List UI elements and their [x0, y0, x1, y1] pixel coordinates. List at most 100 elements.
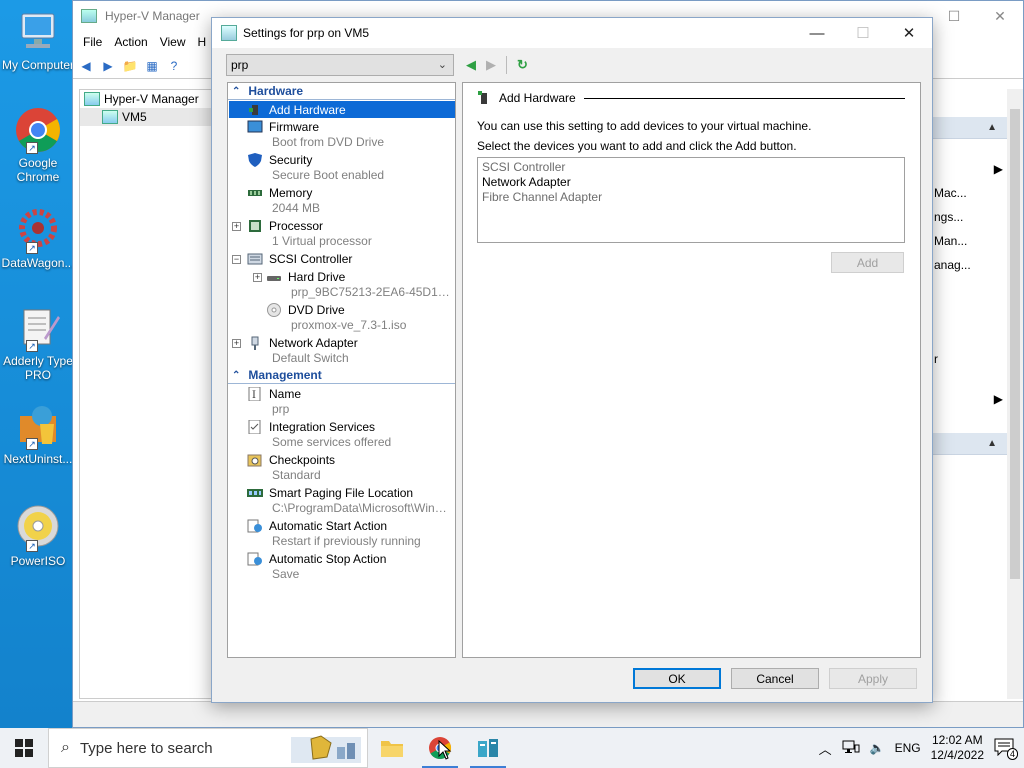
- desktop-icon-label: My Computer: [1, 58, 75, 72]
- clock[interactable]: 12:02 AM 12/4/2022: [931, 733, 984, 763]
- tree-item-security[interactable]: Security Secure Boot enabled: [228, 151, 455, 184]
- section-management[interactable]: ⌃ Management: [228, 367, 455, 384]
- apply-button[interactable]: Apply: [829, 668, 917, 689]
- tree-node-vm5[interactable]: VM5: [80, 108, 216, 126]
- folder-up-icon[interactable]: 📁: [121, 57, 139, 75]
- minimize-button[interactable]: —: [794, 18, 840, 48]
- show-hide-console-icon[interactable]: ▦: [143, 57, 161, 75]
- desktop-icon-label: DataWagon...: [1, 256, 75, 270]
- network-adapter-icon: [247, 336, 263, 350]
- desktop-icon-adderly-type-pro[interactable]: ↗ Adderly Type PRO: [0, 304, 76, 382]
- taskbar-file-explorer[interactable]: [368, 728, 416, 768]
- back-arrow-icon[interactable]: ◀: [466, 57, 476, 73]
- hyperv-icon: [81, 9, 97, 23]
- tree-item-sub: 2044 MB: [272, 201, 321, 215]
- tree-item-label: Memory: [269, 186, 313, 200]
- add-button[interactable]: Add: [831, 252, 904, 273]
- tree-item-sub: Save: [272, 567, 300, 581]
- clock-time: 12:02 AM: [931, 733, 983, 747]
- language-indicator[interactable]: ENG: [895, 741, 921, 755]
- taskbar: ⌕ Type here to search ︿ 🔈 ENG 12:02 AM 1…: [0, 728, 1024, 768]
- close-button[interactable]: ✕: [886, 18, 932, 48]
- tree-item-add-hardware[interactable]: Add Hardware: [228, 101, 455, 118]
- shortcut-arrow-icon: ↗: [26, 142, 38, 154]
- network-icon[interactable]: [842, 740, 860, 757]
- add-hardware-icon: [247, 103, 263, 117]
- volume-icon[interactable]: 🔈: [870, 741, 885, 755]
- taskbar-search-box[interactable]: ⌕ Type here to search: [48, 728, 368, 768]
- maximize-button[interactable]: ☐: [931, 1, 977, 31]
- tree-item-automatic-stop[interactable]: Automatic Stop Action Save: [228, 550, 455, 583]
- close-button[interactable]: ✕: [977, 1, 1023, 31]
- vm-select-value: prp: [231, 58, 249, 72]
- tree-item-label: Name: [269, 387, 302, 401]
- taskbar-hyperv-manager[interactable]: [464, 728, 512, 768]
- processor-icon: [247, 219, 263, 233]
- tree-item-network-adapter[interactable]: + Network Adapter Default Switch: [228, 334, 455, 367]
- desktop-icon-datawagon[interactable]: ↗ DataWagon...: [0, 206, 76, 270]
- tree-item-checkpoints[interactable]: Checkpoints Standard: [228, 451, 455, 484]
- refresh-icon[interactable]: ↻: [517, 57, 528, 73]
- tree-item-sub: Secure Boot enabled: [272, 168, 385, 182]
- tree-item-firmware[interactable]: Firmware Boot from DVD Drive: [228, 118, 455, 151]
- chevron-up-icon[interactable]: ︿: [819, 739, 832, 758]
- tree-item-hard-drive[interactable]: + Hard Drive prp_9BC75213-2EA6-45D1-9C..…: [228, 268, 455, 301]
- expand-icon[interactable]: +: [232, 222, 241, 231]
- menu-file[interactable]: File: [77, 35, 108, 49]
- forward-arrow-icon[interactable]: ▶: [99, 57, 117, 75]
- back-arrow-icon[interactable]: ◀: [77, 57, 95, 75]
- vm-select[interactable]: prp ⌄: [226, 54, 454, 76]
- menu-view[interactable]: View: [154, 35, 192, 49]
- collapse-icon: ⌃: [232, 369, 241, 381]
- device-item-network-adapter[interactable]: Network Adapter: [482, 175, 900, 190]
- automatic-start-icon: [247, 519, 263, 533]
- expand-icon[interactable]: +: [253, 273, 262, 282]
- scrollbar-thumb[interactable]: [1010, 109, 1020, 579]
- disc-icon: ↗: [14, 504, 62, 552]
- desktop-icon-google-chrome[interactable]: ↗ Google Chrome: [0, 106, 76, 184]
- clock-date: 12/4/2022: [930, 748, 984, 762]
- device-item-fibre-channel-adapter[interactable]: Fibre Channel Adapter: [482, 190, 900, 205]
- desktop-icon-my-computer[interactable]: My Computer: [0, 8, 76, 72]
- hyperv-icon: [84, 92, 100, 106]
- menu-action[interactable]: Action: [108, 35, 153, 49]
- automatic-stop-icon: [247, 552, 263, 566]
- section-hardware[interactable]: ⌃ Hardware: [228, 83, 455, 100]
- desktop-icon-nextuninstaller[interactable]: ↗ NextUninst...: [0, 402, 76, 466]
- ok-button[interactable]: OK: [633, 668, 721, 689]
- desktop-icon-label: NextUninst...: [3, 452, 73, 466]
- hyperv-title: Hyper-V Manager: [105, 9, 200, 23]
- shortcut-arrow-icon: ↗: [26, 340, 38, 352]
- server-icon: [102, 110, 118, 124]
- collapse-icon: ⌃: [232, 85, 241, 97]
- cancel-button[interactable]: Cancel: [731, 668, 819, 689]
- actions-scrollbar[interactable]: [1007, 89, 1023, 699]
- tree-item-dvd-drive[interactable]: DVD Drive proxmox-ve_7.3-1.iso: [228, 301, 455, 334]
- tree-item-memory[interactable]: Memory 2044 MB: [228, 184, 455, 217]
- tree-item-name[interactable]: I Name prp: [228, 385, 455, 418]
- tree-item-processor[interactable]: + Processor 1 Virtual processor: [228, 217, 455, 250]
- tree-item-label: Checkpoints: [269, 453, 336, 467]
- tree-item-automatic-start[interactable]: Automatic Start Action Restart if previo…: [228, 517, 455, 550]
- notification-center-button[interactable]: 4: [994, 738, 1018, 760]
- help-icon[interactable]: ?: [165, 57, 183, 75]
- start-button[interactable]: [0, 728, 48, 768]
- tree-node-hyperv-manager[interactable]: Hyper-V Manager: [80, 90, 216, 108]
- expand-icon[interactable]: +: [232, 339, 241, 348]
- section-label: Management: [248, 368, 322, 382]
- tree-item-scsi-controller[interactable]: − SCSI Controller: [228, 250, 455, 268]
- collapse-icon[interactable]: −: [232, 255, 241, 264]
- tree-item-integration-services[interactable]: Integration Services Some services offer…: [228, 418, 455, 451]
- device-list[interactable]: SCSI Controller Network Adapter Fibre Ch…: [477, 157, 905, 243]
- tree-item-smart-paging[interactable]: Smart Paging File Location C:\ProgramDat…: [228, 484, 455, 517]
- maximize-button: ☐: [856, 25, 870, 42]
- menu-help[interactable]: H: [192, 35, 213, 49]
- taskbar-chrome[interactable]: [416, 728, 464, 768]
- shield-icon: [247, 153, 263, 167]
- desktop-icon-poweriso[interactable]: ↗ PowerISO: [0, 504, 76, 568]
- memory-icon: [247, 186, 263, 200]
- tree-item-sub: C:\ProgramData\Microsoft\Windo...: [272, 501, 452, 515]
- device-item-scsi-controller[interactable]: SCSI Controller: [482, 160, 900, 175]
- tree-item-label: DVD Drive: [288, 303, 345, 317]
- system-tray: ︿ 🔈 ENG 12:02 AM 12/4/2022 4: [819, 728, 1024, 768]
